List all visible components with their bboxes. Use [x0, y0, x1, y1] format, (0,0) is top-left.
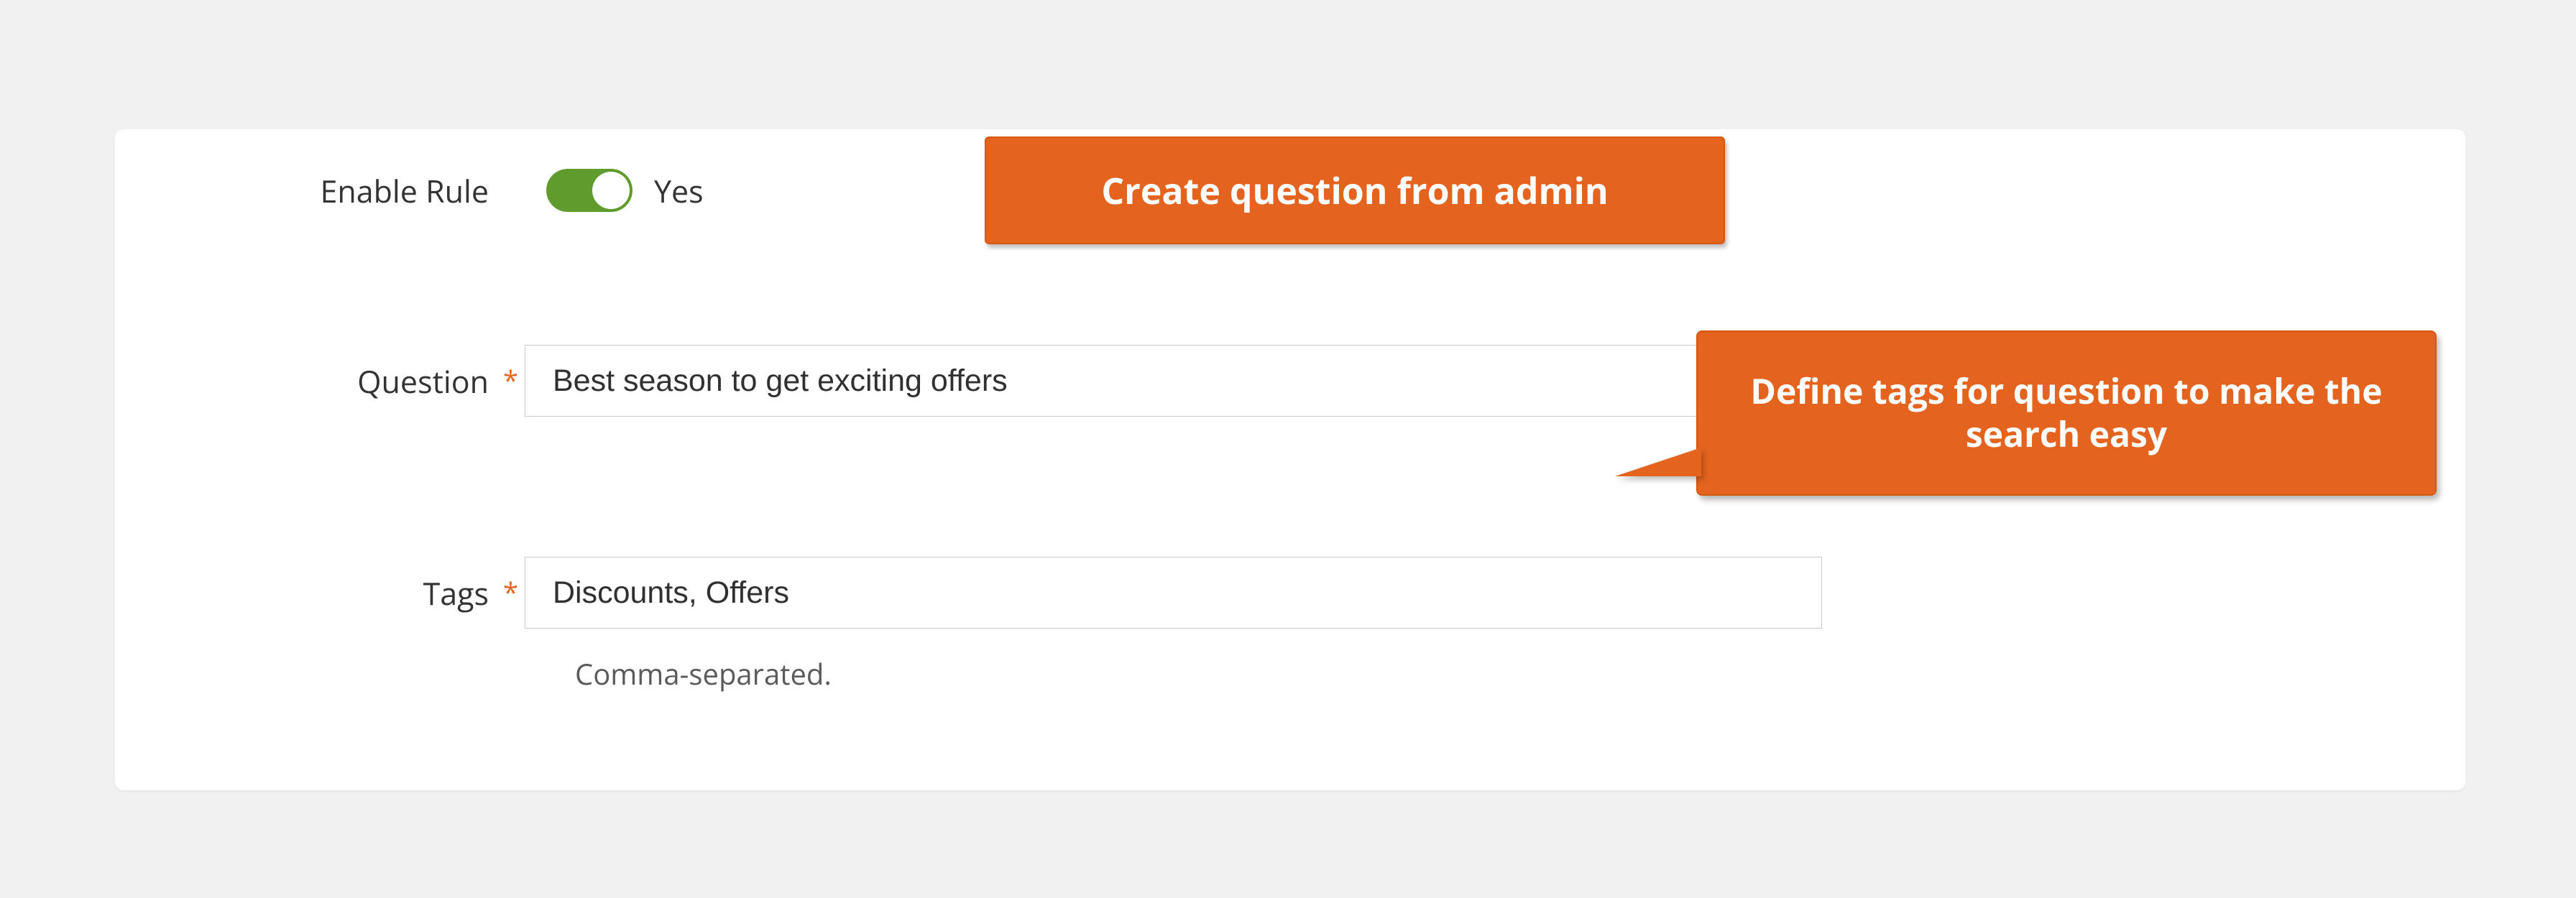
tags-label: Tags [115, 572, 496, 614]
question-input[interactable] [525, 345, 1822, 417]
callout-create-question-text: Create question from admin [1101, 166, 1608, 215]
question-label: Question [115, 360, 496, 402]
required-asterisk-icon: * [496, 574, 525, 611]
tags-helper-text: Comma-separated. [575, 654, 832, 693]
enable-rule-value: Yes [654, 170, 704, 212]
required-asterisk-icon: * [496, 362, 525, 399]
callout-define-tags-text: Define tags for question to make the sea… [1726, 370, 2406, 456]
enable-rule-toggle[interactable] [546, 169, 632, 212]
enable-rule-label: Enable Rule [115, 170, 496, 212]
callout-define-tags: Define tags for question to make the sea… [1696, 330, 2437, 496]
tags-input[interactable] [525, 557, 1822, 629]
toggle-knob-icon [592, 172, 630, 209]
row-tags: Tags * [115, 557, 2465, 629]
callout-create-question: Create question from admin [985, 136, 1725, 244]
row-tags-helper: Comma-separated. [115, 654, 2465, 693]
